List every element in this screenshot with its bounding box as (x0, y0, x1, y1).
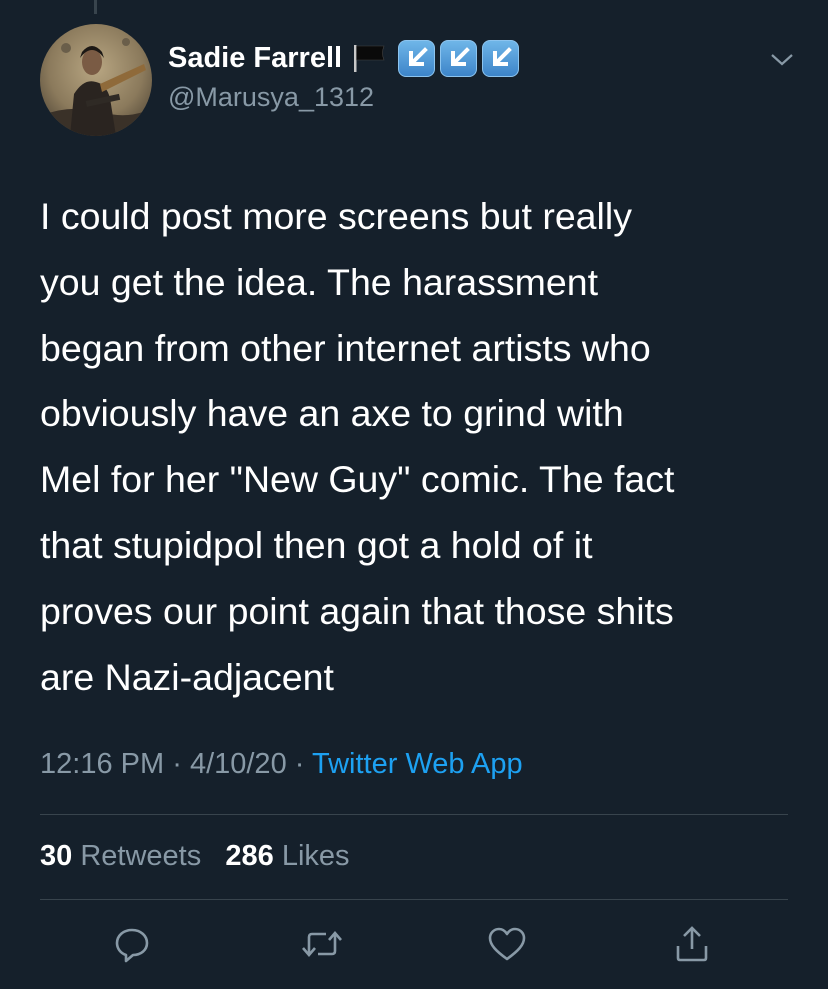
retweets-label: Retweets (80, 840, 202, 872)
retweet-icon[interactable] (300, 922, 344, 966)
author-handle[interactable]: @Marusya_1312 (168, 82, 374, 113)
tweet-date: 4/10/20 (189, 748, 287, 780)
arrow-down-left-icon (440, 39, 478, 77)
avatar[interactable] (40, 24, 152, 136)
arrow-down-left-icon (398, 39, 436, 77)
avatar-image (40, 24, 152, 136)
tweet-time: 12:16 PM (40, 748, 165, 780)
tweet-actions (0, 922, 828, 966)
arrow-down-left-icon (482, 39, 520, 77)
retweets-count: 30 (40, 840, 73, 872)
chevron-down-icon[interactable] (768, 50, 796, 70)
tweet-header: Sadie Farrell @Marusya_1312 (40, 24, 800, 136)
black-flag-icon (352, 43, 386, 73)
meta-separator: · (294, 748, 305, 780)
reply-icon[interactable] (110, 922, 154, 966)
tweet-text: I could post more screens but really you… (40, 195, 675, 698)
meta-separator: · (172, 748, 182, 780)
tweet-stats: 30 Retweets 286 Likes (40, 840, 350, 873)
author-display-name[interactable]: Sadie Farrell (168, 42, 342, 75)
thread-connector-line (94, 0, 97, 14)
tweet-metadata: 12:16 PM · 4/10/20 · Twitter Web App (40, 748, 523, 781)
share-icon[interactable] (670, 922, 714, 966)
retweets-stat[interactable]: 30 Retweets (40, 840, 209, 872)
like-icon[interactable] (485, 922, 529, 966)
emoji-badges (398, 39, 524, 77)
likes-count: 286 (225, 840, 274, 872)
divider (40, 814, 788, 815)
likes-label: Likes (281, 840, 350, 872)
divider (40, 899, 788, 900)
name-row: Sadie Farrell (168, 38, 524, 78)
likes-stat[interactable]: 286 Likes (225, 840, 349, 872)
tweet-source-link[interactable]: Twitter Web App (312, 748, 523, 780)
